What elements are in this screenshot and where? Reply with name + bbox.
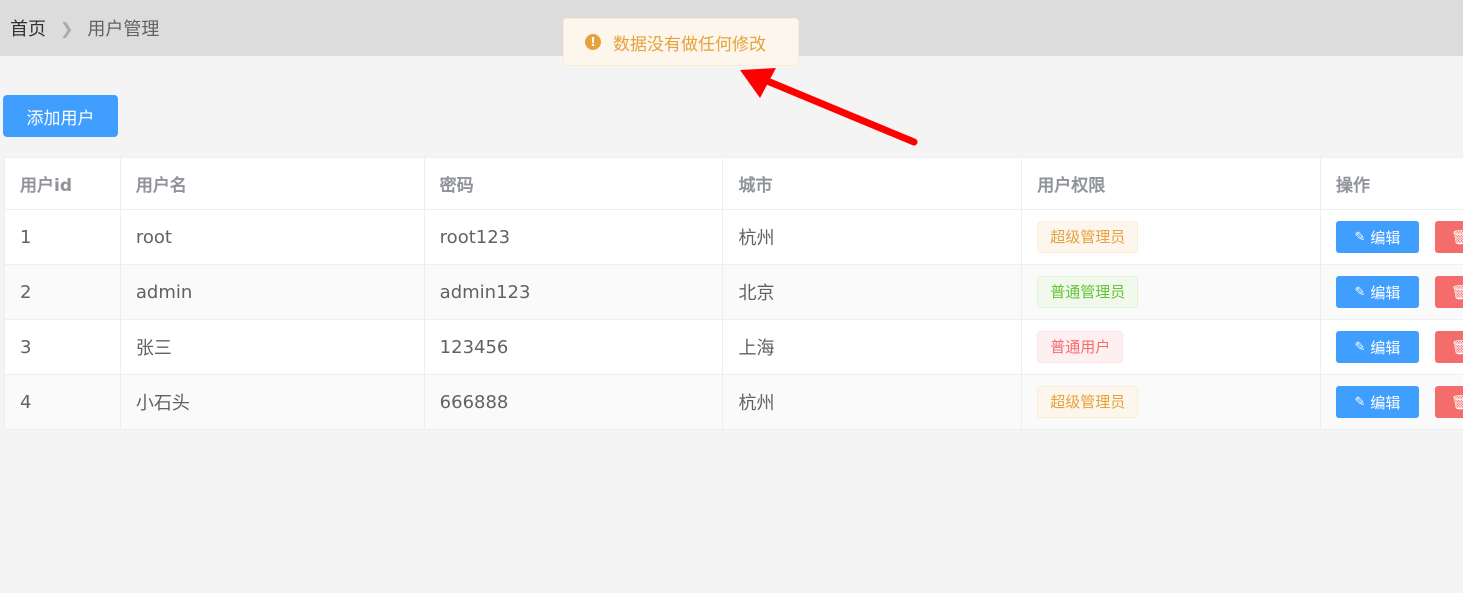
delete-button[interactable]: 🗑: [1434, 331, 1463, 363]
edit-button[interactable]: ✎ 编辑: [1335, 386, 1419, 418]
cell-id: 4: [4, 374, 121, 430]
edit-button[interactable]: ✎ 编辑: [1335, 221, 1419, 253]
delete-button[interactable]: 🗑: [1434, 386, 1463, 418]
cell-actions: ✎ 编辑 🗑: [1319, 374, 1463, 430]
header-password: 密码: [423, 157, 724, 210]
trash-icon: 🗑: [1450, 283, 1463, 300]
cell-role: 普通管理员: [1021, 264, 1321, 320]
warning-circle-icon: !: [585, 34, 601, 50]
role-tag: 普通用户: [1037, 331, 1124, 363]
edit-icon: ✎: [1354, 229, 1366, 245]
role-tag: 普通管理员: [1037, 276, 1139, 308]
header-actions: 操作: [1319, 157, 1463, 210]
edit-icon: ✎: [1354, 284, 1366, 300]
cell-password: 123456: [423, 319, 724, 375]
table-row: 3 张三 123456 上海 普通用户 ✎ 编辑 🗑: [4, 319, 1463, 375]
header-username: 用户名: [119, 157, 425, 210]
cell-name: admin: [119, 264, 425, 320]
header-city: 城市: [722, 157, 1023, 210]
cell-role: 超级管理员: [1021, 374, 1321, 430]
chevron-right-icon: ❯: [60, 18, 74, 38]
table-row: 2 admin admin123 北京 普通管理员 ✎ 编辑 🗑: [4, 264, 1463, 320]
trash-icon: 🗑: [1450, 393, 1463, 410]
cell-role: 超级管理员: [1021, 209, 1321, 265]
edit-label: 编辑: [1370, 228, 1401, 247]
add-user-button[interactable]: 添加用户: [3, 95, 118, 137]
edit-button[interactable]: ✎ 编辑: [1335, 331, 1419, 363]
breadcrumb-home[interactable]: 首页: [10, 15, 46, 41]
header-user-id: 用户id: [4, 157, 121, 210]
warning-toast: ! 数据没有做任何修改: [563, 18, 799, 66]
cell-name: 小石头: [119, 374, 425, 430]
header-role: 用户权限: [1021, 157, 1321, 210]
toast-message: 数据没有做任何修改: [613, 34, 766, 55]
cell-id: 2: [4, 264, 121, 320]
edit-label: 编辑: [1370, 283, 1401, 302]
breadcrumb: 首页 ❯ 用户管理: [10, 15, 159, 41]
cell-id: 3: [4, 319, 121, 375]
cell-role: 普通用户: [1021, 319, 1321, 375]
cell-password: 666888: [423, 374, 724, 430]
cell-city: 上海: [722, 319, 1023, 375]
annotation-arrow: [740, 68, 918, 146]
cell-name: root: [119, 209, 425, 265]
role-tag: 超级管理员: [1037, 221, 1139, 253]
edit-icon: ✎: [1354, 394, 1366, 410]
edit-button[interactable]: ✎ 编辑: [1335, 276, 1419, 308]
arrow-shaft: [756, 74, 918, 146]
breadcrumb-current: 用户管理: [87, 19, 160, 40]
cell-name: 张三: [119, 319, 425, 375]
cell-actions: ✎ 编辑 🗑: [1319, 319, 1463, 375]
cell-actions: ✎ 编辑 🗑: [1319, 264, 1463, 320]
edit-label: 编辑: [1370, 393, 1401, 412]
user-table: 用户id 用户名 密码 城市 用户权限 操作 1 root root123 杭州…: [4, 157, 1463, 430]
delete-button[interactable]: 🗑: [1434, 276, 1463, 308]
trash-icon: 🗑: [1450, 338, 1463, 355]
trash-icon: 🗑: [1450, 228, 1463, 245]
delete-button[interactable]: 🗑: [1434, 221, 1463, 253]
table-row: 1 root root123 杭州 超级管理员 ✎ 编辑 🗑: [4, 209, 1463, 265]
table-header-row: 用户id 用户名 密码 城市 用户权限 操作: [4, 157, 1463, 210]
edit-icon: ✎: [1354, 339, 1366, 355]
cell-city: 杭州: [722, 374, 1023, 430]
cell-city: 北京: [722, 264, 1023, 320]
table-row: 4 小石头 666888 杭州 超级管理员 ✎ 编辑 🗑: [4, 374, 1463, 430]
cell-password: admin123: [423, 264, 724, 320]
role-tag: 超级管理员: [1037, 386, 1139, 418]
cell-city: 杭州: [722, 209, 1023, 265]
cell-password: root123: [423, 209, 724, 265]
cell-id: 1: [4, 209, 121, 265]
cell-actions: ✎ 编辑 🗑: [1319, 209, 1463, 265]
edit-label: 编辑: [1370, 338, 1401, 357]
